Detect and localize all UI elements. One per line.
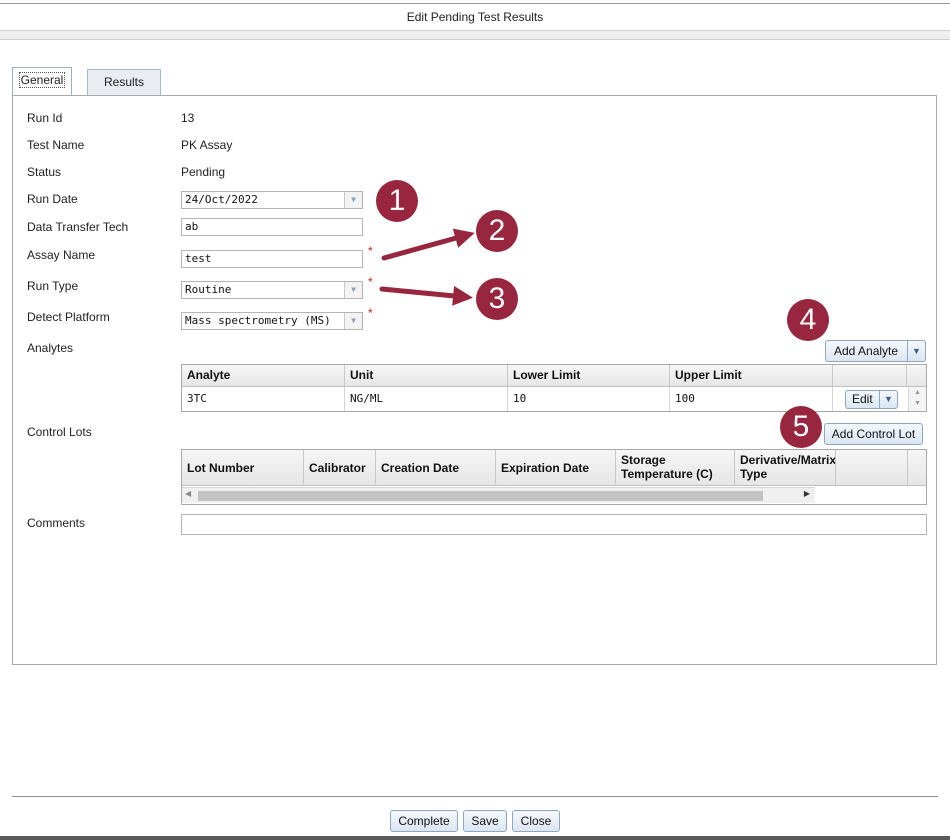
run-date-picker[interactable]: 24/Oct/2022 ▼ bbox=[181, 191, 363, 209]
header-spacer bbox=[907, 365, 926, 387]
header-spacer bbox=[908, 450, 926, 486]
column-header-expiration-date[interactable]: Expiration Date bbox=[496, 450, 616, 486]
column-header-empty bbox=[836, 450, 908, 486]
close-button[interactable]: Close bbox=[512, 810, 560, 832]
comments-label: Comments bbox=[27, 516, 86, 530]
detect-platform-select[interactable]: Mass spectrometry (MS) ▼ bbox=[181, 312, 363, 330]
cell-unit: NG/ML bbox=[345, 387, 508, 411]
add-analyte-label: Add Analyte bbox=[834, 344, 899, 358]
test-name-label: Test Name bbox=[27, 138, 85, 152]
column-header-creation-date[interactable]: Creation Date bbox=[376, 450, 496, 486]
column-header-lot-number[interactable]: Lot Number bbox=[182, 450, 304, 486]
required-marker: * bbox=[368, 244, 373, 258]
analytes-grid: Analyte Unit Lower Limit Upper Limit 3TC… bbox=[181, 364, 927, 412]
detect-platform-value: Mass spectrometry (MS) bbox=[185, 314, 331, 327]
cell-lower-limit: 10 bbox=[508, 387, 670, 411]
run-type-value: Routine bbox=[185, 283, 232, 296]
run-type-label: Run Type bbox=[27, 279, 79, 293]
column-header-calibrator[interactable]: Calibrator bbox=[304, 450, 376, 486]
run-date-value: 24/Oct/2022 bbox=[185, 193, 258, 206]
bottom-border bbox=[0, 836, 950, 840]
data-transfer-tech-label: Data Transfer Tech bbox=[27, 220, 129, 234]
detect-platform-label: Detect Platform bbox=[27, 310, 110, 324]
scroll-up-icon[interactable]: ▲ bbox=[909, 387, 926, 398]
edit-row-button[interactable]: Edit ▼ bbox=[845, 390, 898, 409]
column-header-upper-limit[interactable]: Upper Limit bbox=[670, 365, 833, 387]
tab-general-label: General bbox=[18, 72, 66, 88]
annotation-badge-5: 5 bbox=[780, 406, 822, 448]
chevron-down-icon[interactable]: ▼ bbox=[907, 341, 925, 361]
run-date-label: Run Date bbox=[27, 192, 78, 206]
scroll-down-icon[interactable]: ▼ bbox=[909, 398, 926, 409]
analytes-label: Analytes bbox=[27, 341, 74, 355]
complete-button[interactable]: Complete bbox=[390, 810, 458, 832]
status-label: Status bbox=[27, 165, 62, 179]
chevron-down-icon[interactable]: ▼ bbox=[344, 282, 362, 298]
control-lots-horizontal-scrollbar[interactable]: ◀ ▶ bbox=[182, 487, 815, 503]
cell-analyte: 3TC bbox=[182, 387, 345, 411]
annotation-badge-1: 1 bbox=[376, 180, 418, 222]
chevron-down-icon[interactable]: ▼ bbox=[344, 192, 362, 208]
required-marker: * bbox=[368, 306, 373, 320]
edit-label: Edit bbox=[852, 392, 873, 406]
scroll-left-icon[interactable]: ◀ bbox=[185, 489, 191, 498]
control-lots-label: Control Lots bbox=[27, 425, 92, 439]
chevron-down-icon[interactable]: ▼ bbox=[344, 313, 362, 329]
add-analyte-button[interactable]: Add Analyte ▼ bbox=[825, 340, 926, 362]
window-title: Edit Pending Test Results bbox=[406, 10, 544, 24]
column-header-storage-temperature[interactable]: Storage Temperature (C) bbox=[616, 450, 735, 486]
tab-general[interactable]: General bbox=[12, 67, 72, 95]
save-button[interactable]: Save bbox=[463, 810, 507, 832]
assay-name-input[interactable]: test bbox=[181, 250, 363, 268]
tab-results[interactable]: Results bbox=[87, 69, 161, 95]
status-value: Pending bbox=[181, 165, 226, 179]
analytes-scrollbar[interactable]: ▲ ▼ bbox=[908, 387, 926, 411]
required-marker: * bbox=[368, 275, 373, 289]
column-header-unit[interactable]: Unit bbox=[345, 365, 508, 387]
annotation-badge-2: 2 bbox=[476, 210, 518, 252]
tab-results-label: Results bbox=[103, 75, 144, 89]
annotation-badge-4: 4 bbox=[787, 299, 829, 341]
test-name-value: PK Assay bbox=[181, 138, 233, 152]
column-header-derivative-matrix-type[interactable]: Derivative/Matrix Type bbox=[735, 450, 836, 486]
footer-divider bbox=[12, 796, 938, 797]
column-header-actions bbox=[833, 365, 907, 387]
annotation-badge-3: 3 bbox=[476, 278, 518, 320]
run-id-value: 13 bbox=[181, 111, 195, 125]
run-type-select[interactable]: Routine ▼ bbox=[181, 281, 363, 299]
scrollbar-thumb[interactable] bbox=[198, 491, 763, 501]
data-transfer-tech-input[interactable]: ab bbox=[181, 218, 363, 236]
chevron-down-icon[interactable]: ▼ bbox=[879, 391, 897, 408]
column-header-analyte[interactable]: Analyte bbox=[182, 365, 345, 387]
comments-input[interactable] bbox=[181, 514, 927, 535]
title-separator bbox=[0, 30, 950, 40]
column-header-lower-limit[interactable]: Lower Limit bbox=[508, 365, 670, 387]
assay-name-label: Assay Name bbox=[27, 248, 96, 262]
scroll-right-icon[interactable]: ▶ bbox=[804, 489, 810, 498]
run-id-label: Run Id bbox=[27, 111, 63, 125]
add-control-lot-button[interactable]: Add Control Lot bbox=[824, 423, 923, 445]
control-lots-grid: Lot Number Calibrator Creation Date Expi… bbox=[181, 449, 927, 505]
